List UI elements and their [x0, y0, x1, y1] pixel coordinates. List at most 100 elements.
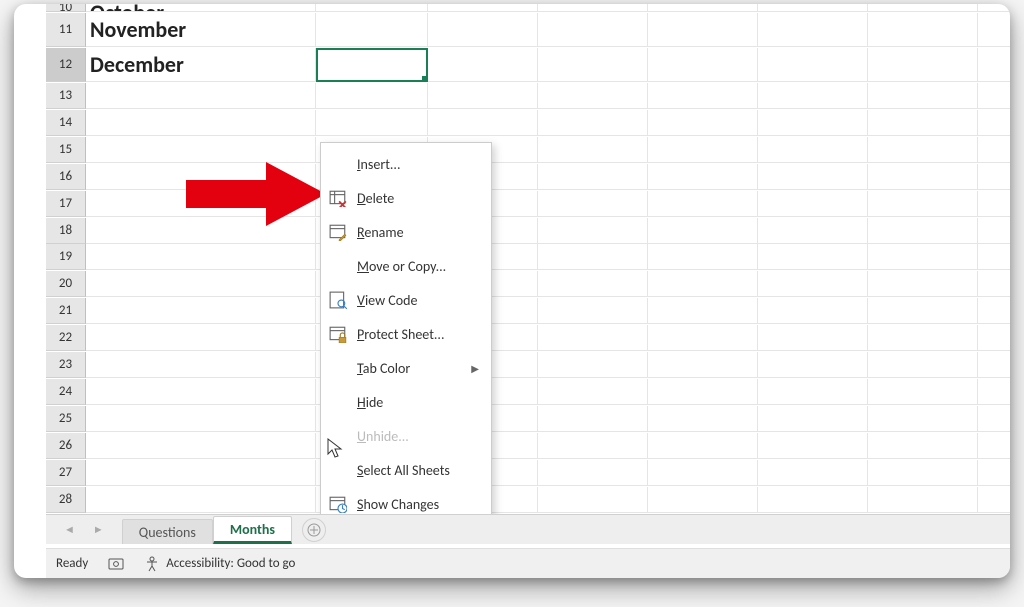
cell[interactable]	[868, 13, 978, 47]
cell[interactable]	[868, 406, 978, 432]
cell[interactable]	[868, 271, 978, 297]
cell[interactable]	[648, 218, 758, 244]
cell[interactable]	[648, 271, 758, 297]
row-header[interactable]: 10	[46, 4, 86, 12]
tab-questions[interactable]: Questions	[122, 519, 213, 544]
cell[interactable]	[86, 352, 316, 378]
cell[interactable]	[428, 110, 538, 136]
cell[interactable]	[978, 406, 1010, 432]
cell[interactable]	[758, 110, 868, 136]
cell[interactable]	[538, 487, 648, 513]
cell[interactable]	[538, 110, 648, 136]
cell[interactable]	[538, 352, 648, 378]
cell[interactable]	[978, 218, 1010, 244]
cell[interactable]	[86, 244, 316, 270]
cell[interactable]	[758, 325, 868, 351]
cell[interactable]	[978, 4, 1010, 12]
row-header[interactable]: 24	[46, 379, 86, 405]
cell[interactable]	[868, 460, 978, 486]
row-header[interactable]: 15	[46, 137, 86, 163]
cell[interactable]	[538, 271, 648, 297]
ctx-delete[interactable]: Delete	[321, 181, 491, 215]
tab-months[interactable]: Months	[213, 516, 292, 544]
ctx-protect-sheet[interactable]: Protect Sheet...	[321, 317, 491, 351]
cell[interactable]	[978, 487, 1010, 513]
row-header[interactable]: 12	[46, 48, 86, 82]
accessibility-status[interactable]: Accessibility: Good to go	[144, 556, 295, 572]
cell[interactable]	[868, 379, 978, 405]
cell[interactable]	[648, 352, 758, 378]
cell[interactable]	[538, 48, 648, 82]
cell[interactable]	[758, 191, 868, 217]
cell[interactable]	[758, 406, 868, 432]
cell[interactable]	[978, 298, 1010, 324]
cell[interactable]	[978, 191, 1010, 217]
cell[interactable]	[868, 325, 978, 351]
cell[interactable]: December	[86, 48, 316, 82]
cell[interactable]	[648, 325, 758, 351]
macro-recorder[interactable]	[108, 556, 124, 572]
row-header[interactable]: 18	[46, 218, 86, 244]
row-header[interactable]: 13	[46, 83, 86, 109]
cell[interactable]	[758, 137, 868, 163]
row-header[interactable]: 26	[46, 433, 86, 459]
cell[interactable]	[978, 433, 1010, 459]
cell[interactable]	[648, 460, 758, 486]
cell[interactable]	[428, 83, 538, 109]
new-sheet-button[interactable]	[302, 518, 326, 542]
ctx-tab-color[interactable]: Tab Color ▶	[321, 351, 491, 385]
cell[interactable]	[758, 244, 868, 270]
cell[interactable]	[758, 460, 868, 486]
cell[interactable]	[428, 13, 538, 47]
cell[interactable]	[868, 164, 978, 190]
cell[interactable]	[648, 110, 758, 136]
row-header[interactable]: 20	[46, 271, 86, 297]
cell[interactable]	[868, 352, 978, 378]
cell[interactable]	[648, 406, 758, 432]
cell[interactable]	[86, 218, 316, 244]
cell[interactable]	[758, 379, 868, 405]
selected-cell[interactable]	[316, 48, 428, 82]
row-header[interactable]: 19	[46, 244, 86, 270]
ctx-rename[interactable]: Rename	[321, 215, 491, 249]
cell[interactable]	[978, 48, 1010, 82]
cell[interactable]	[86, 460, 316, 486]
cell[interactable]	[978, 352, 1010, 378]
cell[interactable]	[758, 271, 868, 297]
row-header[interactable]: 28	[46, 487, 86, 513]
cell[interactable]	[868, 218, 978, 244]
cell[interactable]	[758, 48, 868, 82]
row-header[interactable]: 25	[46, 406, 86, 432]
ctx-view-code[interactable]: View Code	[321, 283, 491, 317]
cell[interactable]	[538, 83, 648, 109]
cell[interactable]	[978, 13, 1010, 47]
row-header[interactable]: 23	[46, 352, 86, 378]
cell[interactable]	[648, 83, 758, 109]
ctx-insert[interactable]: Insert...	[321, 147, 491, 181]
cell[interactable]	[648, 137, 758, 163]
cell[interactable]	[978, 110, 1010, 136]
cell[interactable]	[316, 83, 428, 109]
sheet-nav-arrows[interactable]: ◄ ►	[46, 523, 122, 536]
cell[interactable]	[538, 164, 648, 190]
cell[interactable]	[86, 487, 316, 513]
cell[interactable]	[538, 244, 648, 270]
cell[interactable]	[978, 244, 1010, 270]
cell[interactable]	[868, 48, 978, 82]
cell[interactable]	[428, 4, 538, 12]
cell[interactable]	[86, 83, 316, 109]
fill-handle[interactable]	[422, 76, 428, 82]
cell[interactable]	[86, 379, 316, 405]
cell[interactable]	[648, 4, 758, 12]
row-header[interactable]: 27	[46, 460, 86, 486]
cell[interactable]	[758, 352, 868, 378]
ctx-hide[interactable]: Hide	[321, 385, 491, 419]
cell[interactable]: November	[86, 13, 316, 47]
cell[interactable]	[758, 164, 868, 190]
cell[interactable]	[86, 433, 316, 459]
cell[interactable]	[86, 298, 316, 324]
cell[interactable]	[648, 433, 758, 459]
cell[interactable]	[86, 137, 316, 163]
cell[interactable]	[868, 4, 978, 12]
cell[interactable]	[648, 48, 758, 82]
